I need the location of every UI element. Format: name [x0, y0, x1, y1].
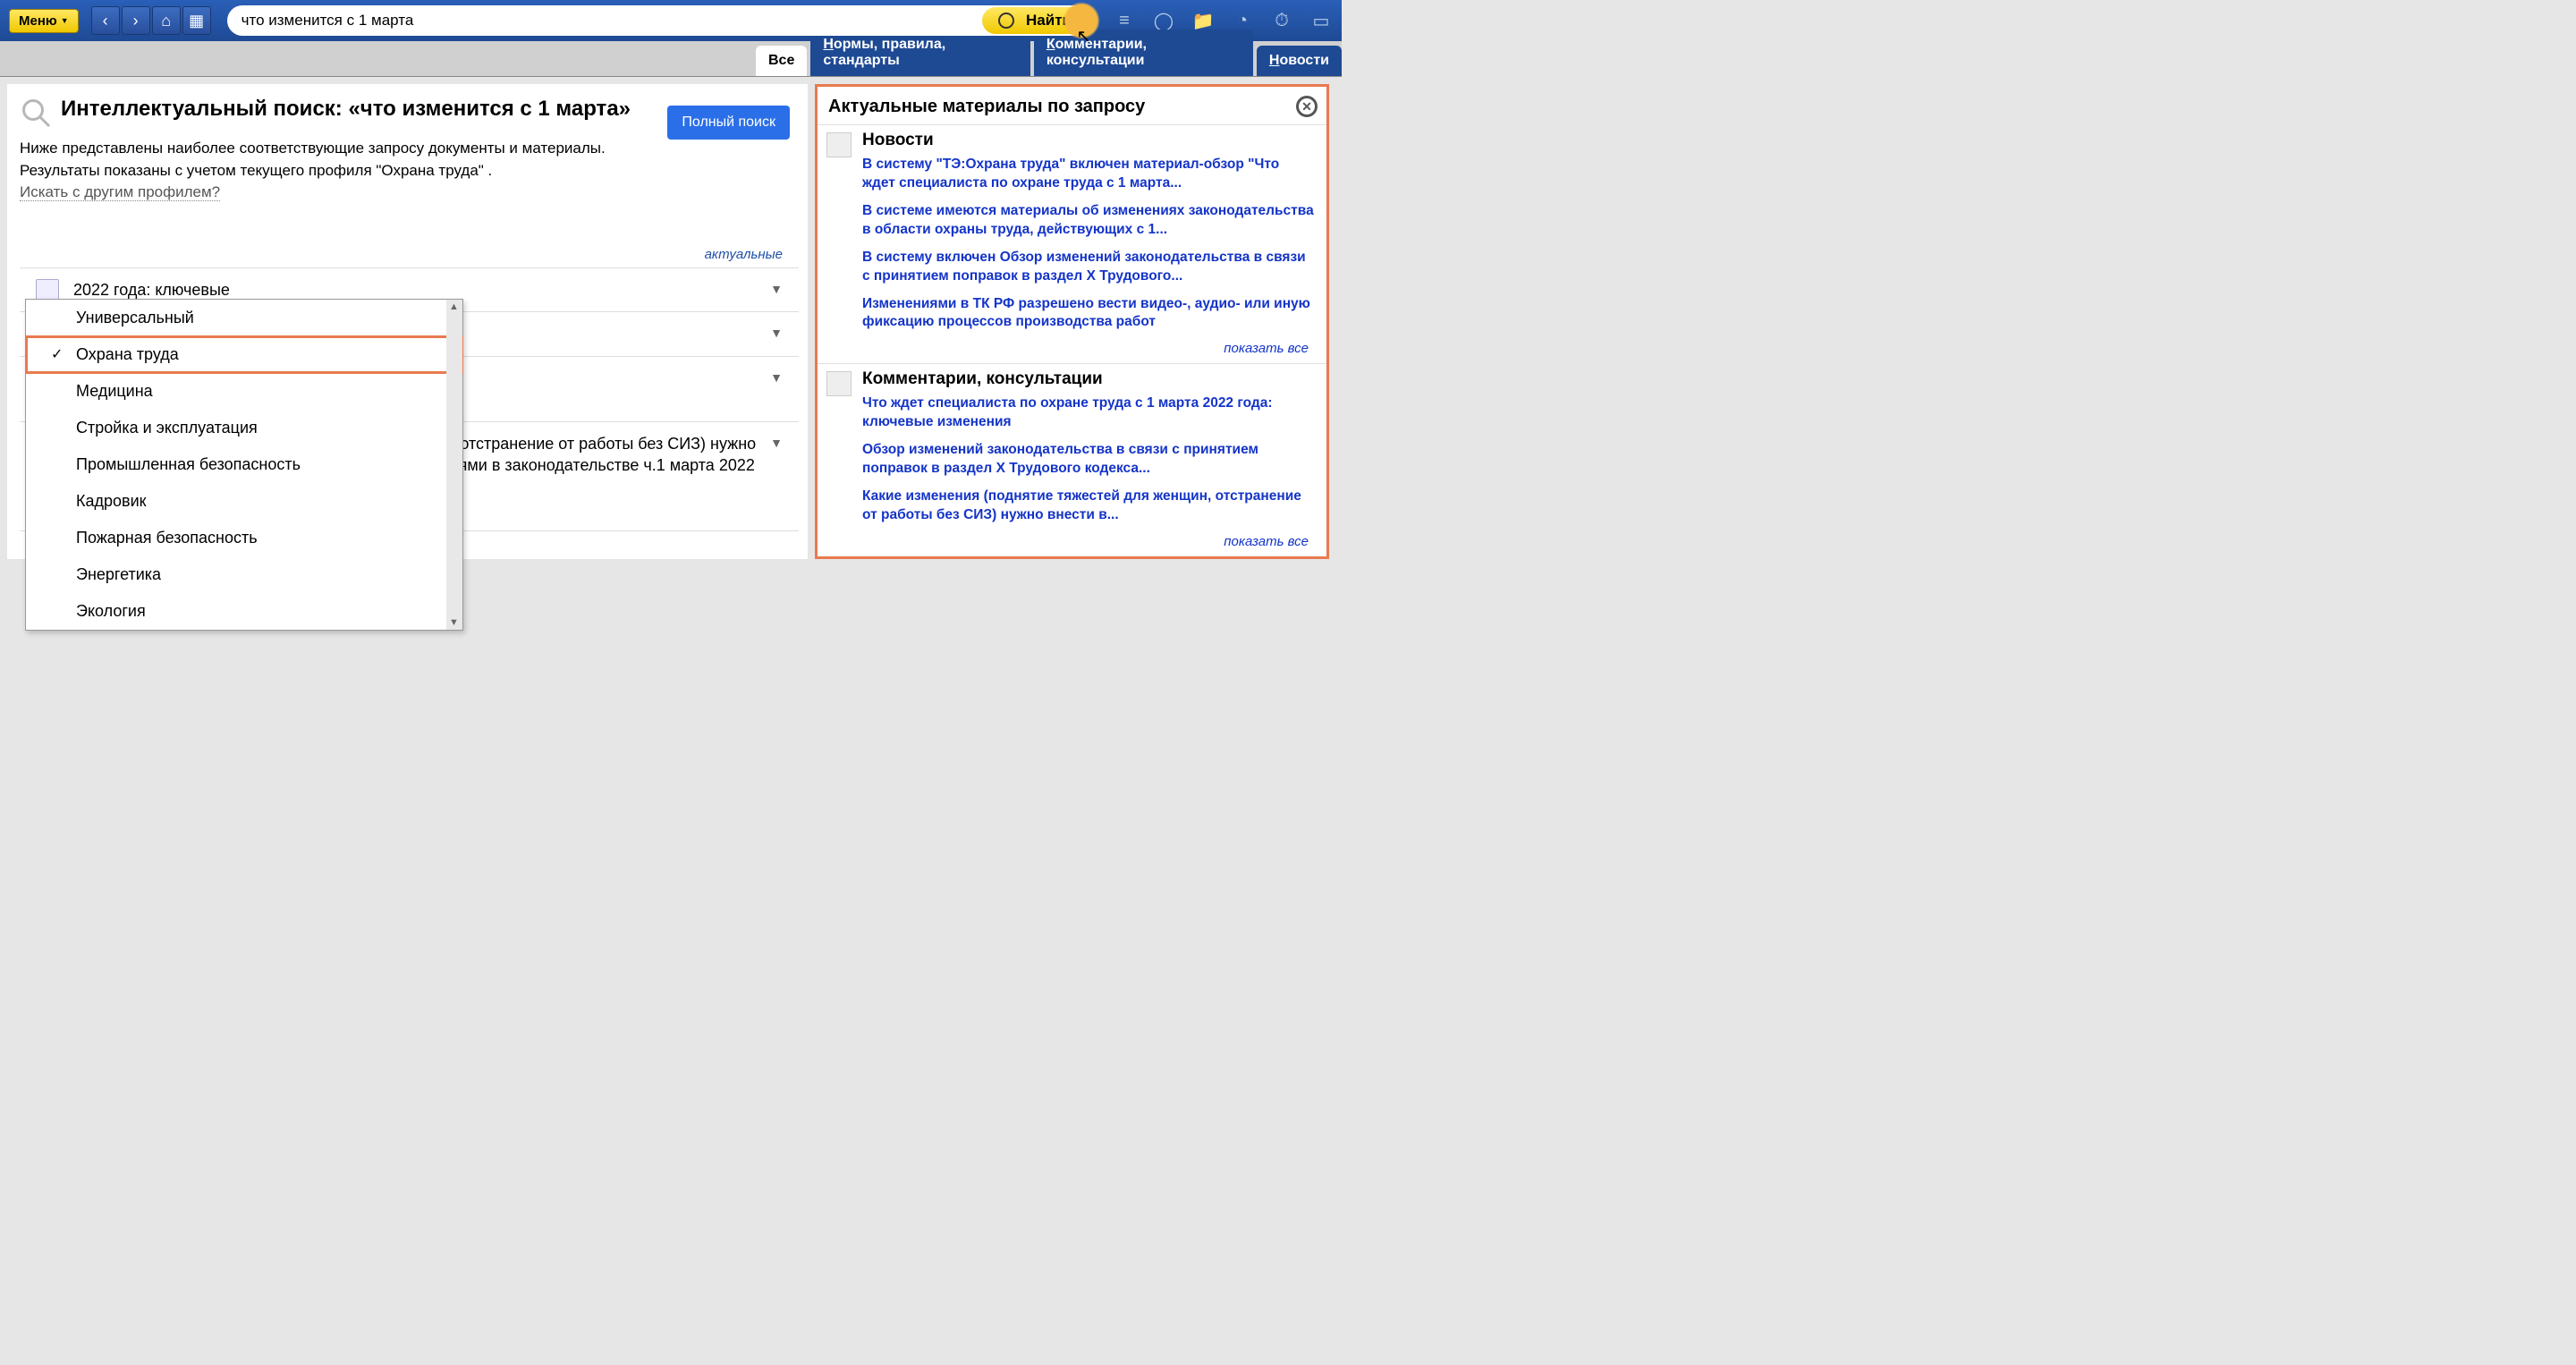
profile-option[interactable]: Пожарная безопасность — [26, 520, 462, 556]
relevant-panel: Актуальные материалы по запросу ✕ Новост… — [815, 84, 1329, 559]
news-link[interactable]: В системе имеются материалы об изменения… — [862, 202, 1314, 240]
menu-button[interactable]: Меню — [9, 9, 79, 33]
news-link[interactable]: В систему "ТЭ:Охрана труда" включен мате… — [862, 156, 1314, 193]
grid-button[interactable]: ▦ — [182, 6, 211, 35]
chevron-down-icon[interactable]: ▼ — [770, 369, 783, 386]
forward-button[interactable]: › — [122, 6, 150, 35]
news-link[interactable]: Изменениями в ТК РФ разрешено вести виде… — [862, 295, 1314, 333]
search-intro: Ниже представлены наиболее соответствующ… — [20, 138, 799, 204]
results-column: Интеллектуальный поиск: «что изменится с… — [7, 84, 808, 559]
chevron-down-icon[interactable]: ▼ — [770, 435, 783, 452]
profile-option[interactable]: Универсальный — [26, 300, 462, 336]
profile-dropdown: Универсальный Охрана труда Медицина Стро… — [25, 299, 463, 631]
stopwatch-icon[interactable]: ⏱ — [1270, 9, 1293, 32]
panel-title: Актуальные материалы по запросу — [828, 97, 1145, 117]
close-icon[interactable]: ✕ — [1296, 96, 1318, 117]
panel-header: Актуальные материалы по запросу ✕ — [818, 87, 1326, 124]
intro-line2: Результаты показаны с учетом текущего пр… — [20, 160, 799, 182]
profile-option-selected[interactable]: Охрана труда — [26, 336, 462, 373]
profile-option[interactable]: Кадровик — [26, 483, 462, 520]
search-title: Интеллектуальный поиск: «что изменится с… — [61, 97, 631, 122]
tab-comments[interactable]: Комментарии, консультации — [1034, 30, 1253, 76]
news-section: Новости В систему "ТЭ:Охрана труда" вклю… — [818, 124, 1326, 363]
profile-option[interactable]: Промышленная безопасность — [26, 446, 462, 483]
search-input[interactable] — [227, 12, 983, 30]
show-all-link[interactable]: показать все — [862, 341, 1314, 356]
intro-line1: Ниже представлены наиболее соответствующ… — [20, 138, 799, 160]
main-area: Интеллектуальный поиск: «что изменится с… — [0, 77, 1342, 566]
profile-option[interactable]: Энергетика — [26, 556, 462, 593]
result-title: 2022 года: ключевые — [73, 281, 230, 299]
comments-icon — [826, 371, 852, 396]
tab-all[interactable]: Все — [756, 46, 807, 76]
news-icon — [826, 132, 852, 157]
scrollbar[interactable] — [446, 300, 462, 630]
back-button[interactable]: ‹ — [91, 6, 120, 35]
news-heading: Новости — [862, 131, 1314, 150]
profile-option[interactable]: Медицина — [26, 373, 462, 410]
search-bar: Найти ↖ — [227, 5, 1089, 36]
profile-option[interactable]: Экология — [26, 593, 462, 630]
note-icon[interactable]: ▭ — [1309, 9, 1333, 32]
chevron-down-icon[interactable]: ▼ — [770, 281, 783, 298]
comments-section: Комментарии, консультации Что ждет специ… — [818, 363, 1326, 556]
chevron-down-icon[interactable]: ▼ — [770, 325, 783, 342]
news-link[interactable]: В систему включен Обзор изменений законо… — [862, 249, 1314, 286]
home-button[interactable]: ⌂ — [152, 6, 181, 35]
tabs-row: Все Нормы, правила, стандарты Комментари… — [0, 41, 1342, 77]
comment-link[interactable]: Что ждет специалиста по охране труда с 1… — [862, 394, 1314, 432]
full-search-button[interactable]: Полный поиск — [667, 106, 790, 140]
magnifier-icon — [20, 97, 52, 129]
comments-heading: Комментарии, консультации — [862, 369, 1314, 389]
show-all-link[interactable]: показать все — [862, 534, 1314, 549]
nav-buttons: ‹ › ⌂ ▦ — [91, 6, 211, 35]
comment-link[interactable]: Обзор изменений законодательства в связи… — [862, 441, 1314, 479]
comment-link[interactable]: Какие изменения (поднятие тяжестей для ж… — [862, 488, 1314, 525]
tab-news[interactable]: Новости — [1257, 46, 1342, 76]
switch-profile-link[interactable]: Искать с другим профилем? — [20, 183, 220, 201]
find-button[interactable]: Найти — [982, 7, 1088, 34]
actual-filter-link[interactable]: актуальные — [20, 204, 799, 267]
profile-option[interactable]: Стройка и эксплуатация — [26, 410, 462, 446]
tab-norms[interactable]: Нормы, правила, стандарты — [810, 30, 1030, 76]
